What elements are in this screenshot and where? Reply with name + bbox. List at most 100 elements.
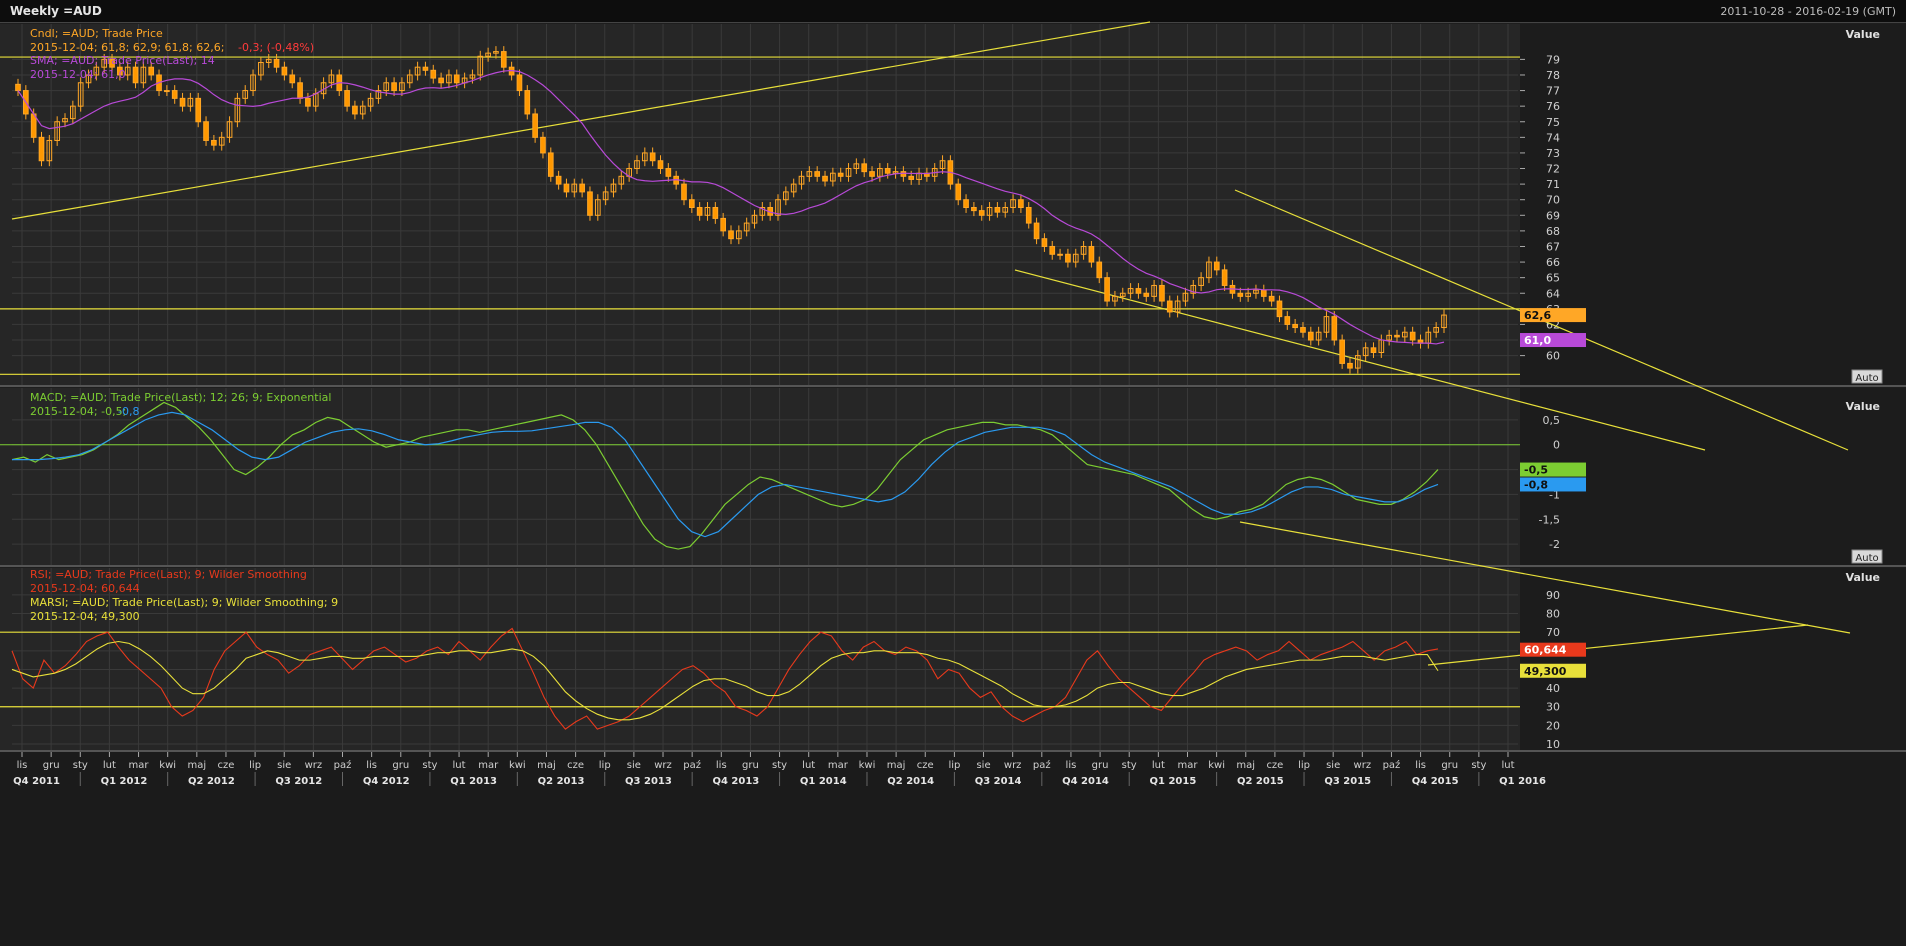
candle-body	[822, 175, 828, 182]
y-tick-label: 64	[1546, 287, 1560, 300]
candle-body	[132, 66, 139, 84]
month-label: lip	[599, 760, 611, 771]
quarter-label: Q3 2014	[975, 776, 1022, 787]
month-label: lip	[249, 760, 261, 771]
y-tick-label: 75	[1546, 116, 1560, 129]
candle-body	[712, 207, 719, 219]
candle-body	[1260, 289, 1267, 297]
quarter-label: Q3 2015	[1324, 776, 1371, 787]
chart-canvas[interactable]: Value60616263646566676869707172737475767…	[0, 0, 1906, 946]
month-label: lut	[453, 760, 466, 771]
candle-body	[728, 230, 734, 240]
y-tick-label: 73	[1546, 147, 1560, 160]
month-label: gru	[1092, 760, 1109, 771]
marsi-legend-title: MARSI; =AUD; Trade Price(Last); 9; Wilde…	[30, 596, 338, 609]
candle-body	[453, 74, 460, 84]
month-label: paź	[683, 759, 701, 771]
candle-body	[688, 199, 695, 208]
rsi-legend-title: RSI; =AUD; Trade Price(Last); 9; Wilder …	[30, 568, 307, 581]
month-label: paź	[334, 759, 352, 771]
candle-body	[352, 105, 358, 115]
macd-legend-title: MACD; =AUD; Trade Price(Last); 12; 26; 9…	[30, 391, 331, 404]
month-label: mar	[129, 760, 150, 771]
y-tick-label: 80	[1546, 608, 1560, 621]
candle-body	[1088, 245, 1095, 263]
candle-body	[1018, 199, 1024, 208]
month-label: cze	[218, 760, 235, 771]
candle-body	[1143, 292, 1150, 297]
month-label: paź	[1033, 759, 1051, 771]
month-label: lut	[1501, 760, 1514, 771]
candle-body	[869, 171, 875, 177]
candle-body	[305, 97, 311, 107]
candle-body	[148, 66, 155, 76]
candle-body	[344, 90, 350, 107]
candle-body	[500, 51, 507, 68]
y-tick-label: 74	[1546, 131, 1560, 144]
candle-body	[955, 183, 962, 201]
month-label: wrz	[305, 760, 323, 771]
chart-window: Weekly =AUD 2011-10-28 - 2016-02-19 (GMT…	[0, 0, 1906, 946]
quarter-label: Q4 2013	[712, 776, 759, 787]
y-tick-label: 65	[1546, 272, 1560, 285]
y-tick-label: 70	[1546, 194, 1560, 207]
quarter-label: Q2 2015	[1237, 776, 1284, 787]
month-label: maj	[537, 760, 556, 771]
candle-body	[963, 199, 969, 208]
y-tick-label: 66	[1546, 256, 1560, 269]
candle-body	[203, 121, 209, 141]
month-label: maj	[1236, 760, 1255, 771]
candle-body	[195, 97, 202, 123]
month-label: sie	[277, 760, 291, 771]
month-label: kwi	[509, 760, 526, 771]
month-label: lip	[948, 760, 960, 771]
candle-body	[837, 172, 844, 177]
candle-body	[289, 74, 296, 84]
candle-body	[391, 82, 397, 92]
candle-body	[524, 90, 531, 115]
month-label: sie	[1326, 760, 1340, 771]
candle-body	[814, 171, 821, 177]
candle-body	[1409, 331, 1416, 341]
candle-body	[422, 66, 429, 71]
quarter-label: Q1 2016	[1499, 776, 1546, 787]
candle-legend-change: -0,3; (-0,48%)	[238, 41, 314, 54]
candle-body	[1221, 269, 1228, 286]
y-tick-label: 69	[1546, 209, 1560, 222]
candle-body	[1096, 261, 1103, 279]
quarter-label: Q2 2013	[538, 776, 585, 787]
month-label: sie	[627, 760, 641, 771]
candle-body	[579, 183, 585, 193]
candle-body	[1166, 300, 1173, 313]
y-tick-label: 20	[1546, 719, 1560, 732]
candle-legend-values: 2015-12-04; 61,8; 62,9; 61,8; 62,6;	[30, 41, 224, 54]
auto-button-macd-label: Auto	[1855, 553, 1878, 564]
month-label: maj	[887, 760, 906, 771]
auto-button-price-label: Auto	[1855, 373, 1878, 384]
value-label-1: Value	[1846, 28, 1880, 41]
y-tick-label: 76	[1546, 100, 1560, 113]
candle-body	[657, 160, 664, 170]
value-label-3: Value	[1846, 571, 1880, 584]
sma-legend-value: 2015-12-04; 61,0	[30, 68, 126, 81]
candle-body	[908, 175, 915, 180]
y-tick-label: 10	[1546, 738, 1560, 751]
candle-body	[540, 136, 546, 154]
month-label: sty	[772, 760, 787, 771]
quarter-label: Q1 2014	[800, 776, 847, 787]
candle-body	[978, 210, 985, 216]
candle-body	[649, 152, 656, 162]
candle-body	[555, 175, 562, 185]
pane-1-axis-bg	[1520, 24, 1906, 385]
candle-body	[273, 58, 280, 68]
candle-body	[1065, 253, 1071, 263]
y-tick-label: 72	[1546, 163, 1560, 176]
candle-body	[971, 207, 977, 212]
quarter-label: Q4 2015	[1412, 776, 1459, 787]
signal-value-label: -0,8	[1524, 478, 1548, 491]
candle-body	[1268, 295, 1275, 302]
marsi-value-label: 49,300	[1524, 665, 1567, 678]
quarter-label: Q4 2011	[13, 776, 60, 787]
candle-body	[532, 113, 538, 138]
candle-body	[900, 171, 907, 177]
